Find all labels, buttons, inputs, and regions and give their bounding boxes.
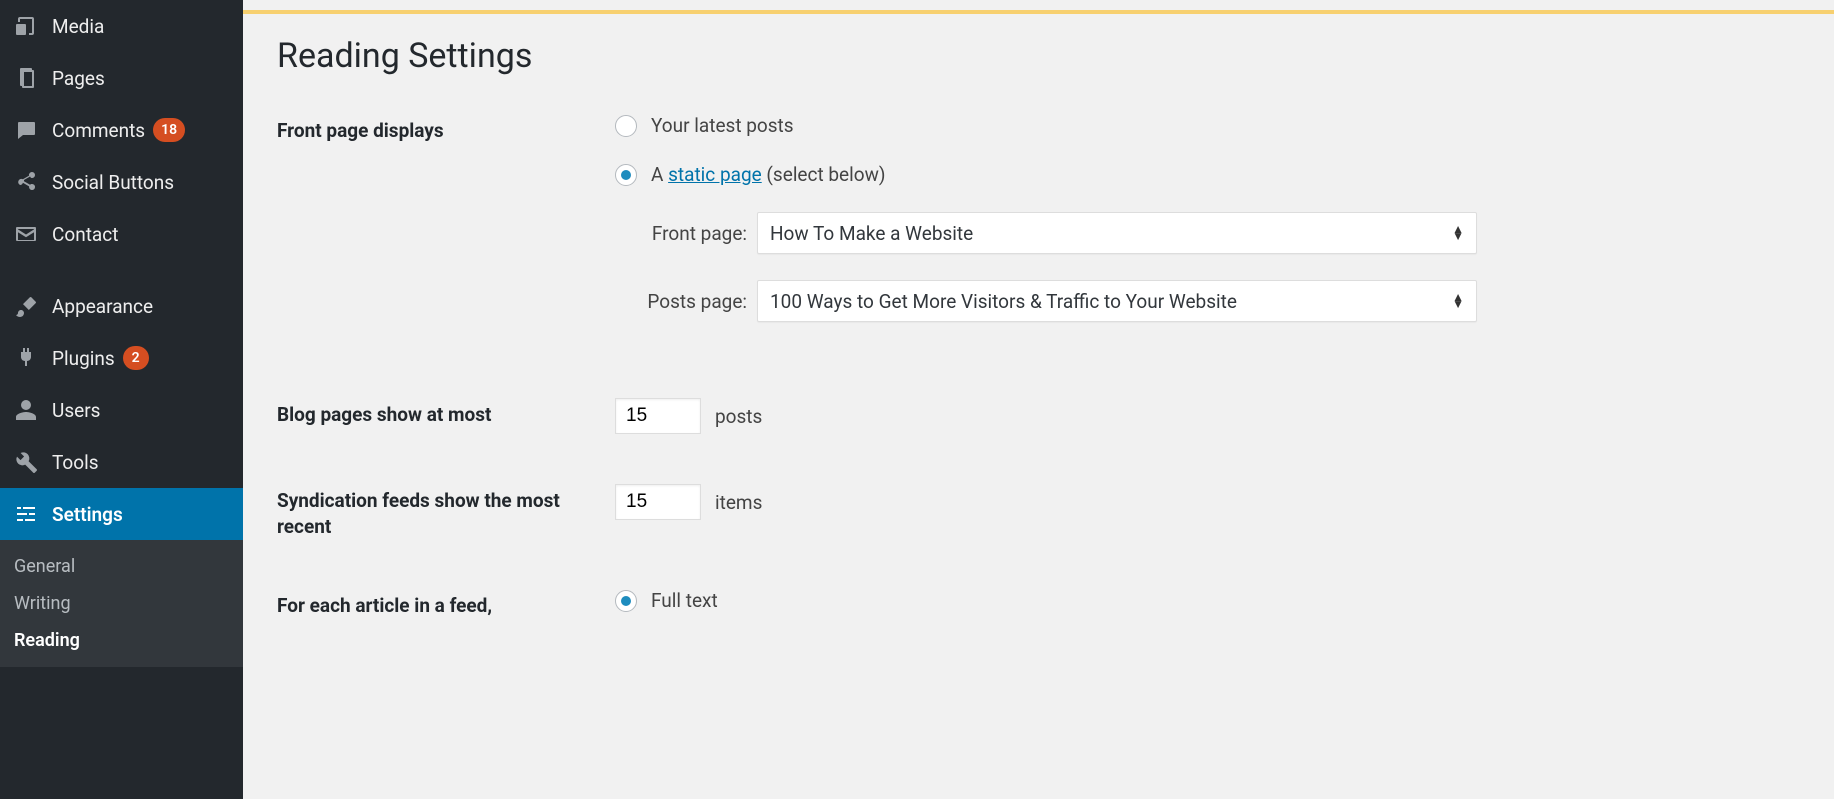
- syndication-input[interactable]: [615, 484, 701, 520]
- envelope-icon: [12, 220, 40, 248]
- pages-icon: [12, 64, 40, 92]
- comments-icon: [12, 116, 40, 144]
- sliders-icon: [12, 500, 40, 528]
- settings-content: Reading Settings Front page displays You…: [243, 0, 1834, 799]
- posts-page-select[interactable]: 100 Ways to Get More Visitors & Traffic …: [757, 280, 1477, 322]
- submenu-item-reading[interactable]: Reading: [0, 622, 243, 659]
- row-syndication: Syndication feeds show the most recent i…: [277, 484, 1800, 539]
- sidebar-item-label: Settings: [52, 503, 123, 526]
- sidebar-item-label: Pages: [52, 67, 105, 90]
- option-latest-label: Your latest posts: [651, 114, 794, 137]
- blog-pages-heading: Blog pages show at most: [277, 398, 615, 428]
- sidebar-item-users[interactable]: Users: [0, 384, 243, 436]
- option-static-page[interactable]: A static page (select below): [615, 163, 1800, 186]
- sidebar-item-label: Plugins: [52, 347, 115, 370]
- radio-static-page[interactable]: [615, 164, 637, 186]
- wrench-icon: [12, 448, 40, 476]
- radio-latest-posts[interactable]: [615, 115, 637, 137]
- sidebar-item-pages[interactable]: Pages: [0, 52, 243, 104]
- notice-strip: [243, 10, 1834, 14]
- blog-pages-input[interactable]: [615, 398, 701, 434]
- front-page-value: How To Make a Website: [770, 222, 973, 245]
- option-static-label: A static page (select below): [651, 163, 885, 186]
- sidebar-item-tools[interactable]: Tools: [0, 436, 243, 488]
- option-full-label: Full text: [651, 589, 718, 612]
- front-page-label: Front page:: [641, 222, 757, 245]
- submenu-item-general[interactable]: General: [0, 548, 243, 585]
- syndication-unit: items: [715, 491, 762, 514]
- chevron-updown-icon: ▲▼: [1452, 294, 1464, 308]
- page-title: Reading Settings: [277, 36, 1800, 76]
- option-latest-posts[interactable]: Your latest posts: [615, 114, 1800, 137]
- feed-article-heading: For each article in a feed,: [277, 589, 615, 619]
- static-page-link[interactable]: static page: [668, 163, 762, 186]
- posts-page-label: Posts page:: [641, 290, 757, 313]
- chevron-updown-icon: ▲▼: [1452, 226, 1464, 240]
- sidebar-item-label: Users: [52, 399, 100, 422]
- row-feed-article: For each article in a feed, Full text: [277, 589, 1800, 619]
- radio-full-text[interactable]: [615, 590, 637, 612]
- front-page-heading: Front page displays: [277, 114, 615, 144]
- syndication-heading: Syndication feeds show the most recent: [277, 484, 615, 539]
- sidebar-item-label: Appearance: [52, 295, 153, 318]
- user-icon: [12, 396, 40, 424]
- front-page-select-line: Front page: How To Make a Website ▲▼: [641, 212, 1800, 254]
- sidebar-item-settings[interactable]: Settings: [0, 488, 243, 540]
- row-front-page-displays: Front page displays Your latest posts A …: [277, 114, 1800, 348]
- settings-submenu: General Writing Reading: [0, 540, 243, 667]
- sidebar-item-media[interactable]: Media: [0, 0, 243, 52]
- sidebar-item-label: Media: [52, 15, 104, 38]
- brush-icon: [12, 292, 40, 320]
- posts-page-select-line: Posts page: 100 Ways to Get More Visitor…: [641, 280, 1800, 322]
- media-icon: [12, 12, 40, 40]
- sidebar-item-label: Social Buttons: [52, 171, 174, 194]
- plug-icon: [12, 344, 40, 372]
- sidebar-item-label: Tools: [52, 451, 99, 474]
- sidebar-item-social-buttons[interactable]: Social Buttons: [0, 156, 243, 208]
- plugins-badge: 2: [123, 346, 149, 370]
- posts-page-value: 100 Ways to Get More Visitors & Traffic …: [770, 290, 1237, 313]
- share-icon: [12, 168, 40, 196]
- sidebar-item-appearance[interactable]: Appearance: [0, 280, 243, 332]
- submenu-item-writing[interactable]: Writing: [0, 585, 243, 622]
- sidebar-item-plugins[interactable]: Plugins 2: [0, 332, 243, 384]
- sidebar-item-label: Contact: [52, 223, 118, 246]
- sidebar-item-comments[interactable]: Comments 18: [0, 104, 243, 156]
- blog-pages-unit: posts: [715, 405, 762, 428]
- sidebar-item-contact[interactable]: Contact: [0, 208, 243, 260]
- row-blog-pages: Blog pages show at most posts: [277, 398, 1800, 434]
- front-page-select[interactable]: How To Make a Website ▲▼: [757, 212, 1477, 254]
- admin-sidebar: Media Pages Comments 18 Social Buttons: [0, 0, 243, 799]
- option-full-text[interactable]: Full text: [615, 589, 1800, 612]
- comments-badge: 18: [153, 118, 185, 142]
- sidebar-item-label: Comments: [52, 119, 145, 142]
